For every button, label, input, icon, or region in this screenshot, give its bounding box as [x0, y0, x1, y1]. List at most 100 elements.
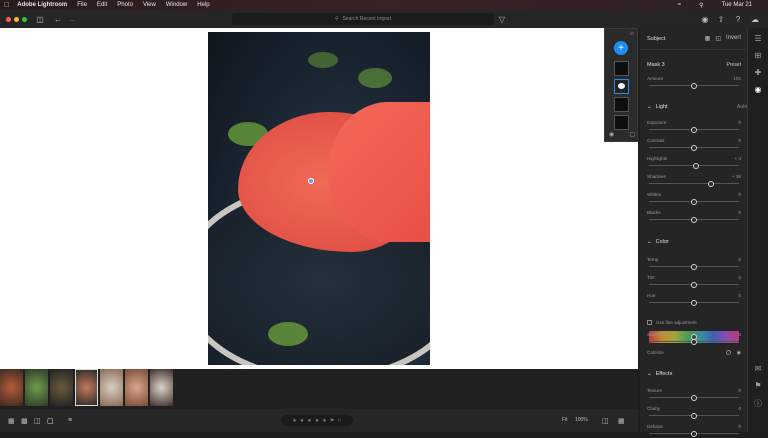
slider-knob[interactable] — [691, 82, 697, 89]
sidebar-toggle-icon[interactable]: ◫ — [35, 14, 45, 24]
mask-thumb-2[interactable] — [614, 97, 629, 112]
healing-icon[interactable]: ✚ — [755, 68, 762, 77]
adjustment-slider[interactable]: Tint 0 — [647, 275, 741, 289]
minimize-window-button[interactable] — [14, 16, 19, 22]
slider-knob[interactable] — [691, 412, 697, 419]
adjustment-slider[interactable]: Shadows + 38 — [647, 174, 741, 188]
close-window-button[interactable] — [6, 16, 11, 22]
menu-view[interactable]: View — [143, 2, 156, 8]
presets-icon[interactable]: ▦ — [618, 417, 625, 425]
overlay-toggle-icon[interactable]: ◉ — [609, 131, 614, 138]
panel-collapse-icon[interactable]: ⊙ — [630, 31, 634, 37]
spotlight-icon[interactable]: ⚲ — [699, 2, 703, 9]
slider-value[interactable]: + 4 — [734, 156, 741, 161]
slider-value[interactable]: 0 — [738, 192, 741, 197]
slider-value[interactable]: 0 — [738, 388, 741, 393]
slider-knob[interactable] — [691, 144, 697, 151]
mask-name[interactable]: Mask 3 — [647, 62, 665, 68]
back-arrow-icon[interactable]: ← — [53, 14, 63, 24]
slider-knob[interactable] — [708, 180, 715, 187]
adjustment-slider[interactable]: Dehaze 0 — [647, 424, 741, 438]
preset-dropdown[interactable]: Preset — [727, 62, 741, 68]
flag-pick-icon[interactable]: ⚑ — [330, 418, 334, 424]
filter-icon[interactable]: ▽ — [497, 14, 507, 24]
film-thumb[interactable] — [25, 369, 48, 406]
slider-value[interactable]: 0 — [738, 120, 741, 125]
adjustment-slider[interactable]: Highlights + 4 — [647, 156, 741, 170]
slider-knob[interactable] — [691, 126, 697, 133]
crop-icon[interactable]: ⊞ — [755, 51, 762, 60]
masking-icon[interactable]: ◉ — [755, 85, 762, 94]
menu-app-name[interactable]: Adobe Lightroom — [17, 2, 67, 8]
adjustment-slider[interactable]: Blacks 0 — [647, 210, 741, 224]
mask-thumb-1[interactable] — [614, 61, 629, 76]
adjustment-slider[interactable]: Temp 0 — [647, 257, 741, 271]
colorize-swatch[interactable] — [726, 350, 731, 355]
keywords-icon[interactable]: ⚑ — [754, 381, 761, 390]
menu-help[interactable]: Help — [197, 2, 209, 8]
adjustment-slider[interactable]: Whites 0 — [647, 192, 741, 206]
adjustment-slider[interactable]: Exposure 0 — [647, 120, 741, 134]
star-icon[interactable]: ★ — [307, 418, 311, 424]
adjustment-slider[interactable]: Contrast 0 — [647, 138, 741, 152]
slider-knob[interactable] — [691, 216, 697, 223]
amount-slider[interactable]: Amount 100 — [647, 76, 741, 90]
grid-view-icon[interactable]: ▦ — [8, 417, 15, 425]
star-icon[interactable]: ★ — [322, 418, 326, 424]
search-input[interactable]: ⚲ Search Recent Import — [232, 13, 494, 25]
slider-knob[interactable] — [691, 338, 697, 345]
slider-track[interactable] — [649, 183, 739, 184]
saturation-slider[interactable]: Saturation 0 — [647, 332, 741, 346]
slider-knob[interactable] — [691, 394, 697, 401]
menu-photo[interactable]: Photo — [117, 2, 133, 8]
sort-icon[interactable]: ≡ — [68, 417, 72, 424]
detail-view-icon[interactable]: ▢ — [47, 417, 54, 425]
film-thumb-selected[interactable] — [75, 369, 98, 406]
zoom-level[interactable]: 100% — [575, 417, 588, 423]
adjustment-slider[interactable]: Hue 0 — [647, 293, 741, 307]
section-effects[interactable]: ⌄ Effects — [647, 371, 741, 377]
share-icon[interactable]: ⇧ — [716, 14, 726, 24]
slider-knob[interactable] — [692, 162, 699, 169]
slider-value[interactable]: 0 — [738, 293, 741, 298]
mask-settings-icon[interactable]: ▦ — [705, 35, 711, 42]
help-icon[interactable]: ? — [733, 14, 743, 24]
menu-file[interactable]: File — [77, 2, 87, 8]
eyedropper-icon[interactable]: ◉ — [737, 350, 741, 356]
edit-sliders-icon[interactable]: ☰ — [754, 34, 761, 43]
notifications-icon[interactable]: ◉ — [700, 14, 710, 24]
slider-value[interactable]: 0 — [738, 406, 741, 411]
zoom-window-button[interactable] — [22, 16, 27, 22]
fine-adjust-checkbox[interactable] — [647, 320, 652, 325]
wifi-icon[interactable]: ≈ — [678, 2, 681, 8]
info-icon[interactable]: ⓘ — [754, 398, 762, 409]
star-icon[interactable]: ★ — [300, 418, 304, 424]
invert-icon[interactable]: ◱ — [715, 35, 721, 42]
adjustment-slider[interactable]: Texture 0 — [647, 388, 741, 402]
forward-arrow-icon[interactable]: → — [67, 14, 77, 24]
comments-icon[interactable]: ✉ — [755, 364, 762, 373]
apple-menu-icon[interactable]:  — [4, 2, 9, 9]
star-icon[interactable]: ★ — [315, 418, 319, 424]
mask-thumb-4[interactable] — [614, 115, 629, 130]
create-mask-button[interactable]: + — [614, 41, 628, 55]
menu-edit[interactable]: Edit — [97, 2, 107, 8]
compare-view-icon[interactable]: ◫ — [34, 417, 41, 425]
menubar-clock[interactable]: Tue Mar 21 — [722, 2, 752, 8]
star-icon[interactable]: ★ — [292, 418, 296, 424]
menu-window[interactable]: Window — [166, 2, 187, 8]
section-color[interactable]: ⌄ Color — [647, 239, 741, 245]
fit-label[interactable]: Fit — [562, 417, 568, 423]
slider-knob[interactable] — [691, 263, 697, 270]
slider-value[interactable]: 0 — [738, 210, 741, 215]
before-after-icon[interactable]: ◫ — [602, 417, 609, 425]
film-thumb[interactable] — [100, 369, 123, 406]
square-grid-icon[interactable]: ▩ — [21, 417, 28, 425]
slider-value[interactable]: 0 — [738, 424, 741, 429]
film-thumb[interactable] — [125, 369, 148, 406]
fit-zoom-control[interactable]: Fit 100% — [562, 417, 588, 423]
slider-value[interactable]: 0 — [738, 332, 741, 337]
slider-knob[interactable] — [691, 281, 697, 288]
film-thumb[interactable] — [150, 369, 173, 406]
film-thumb[interactable] — [0, 369, 23, 406]
